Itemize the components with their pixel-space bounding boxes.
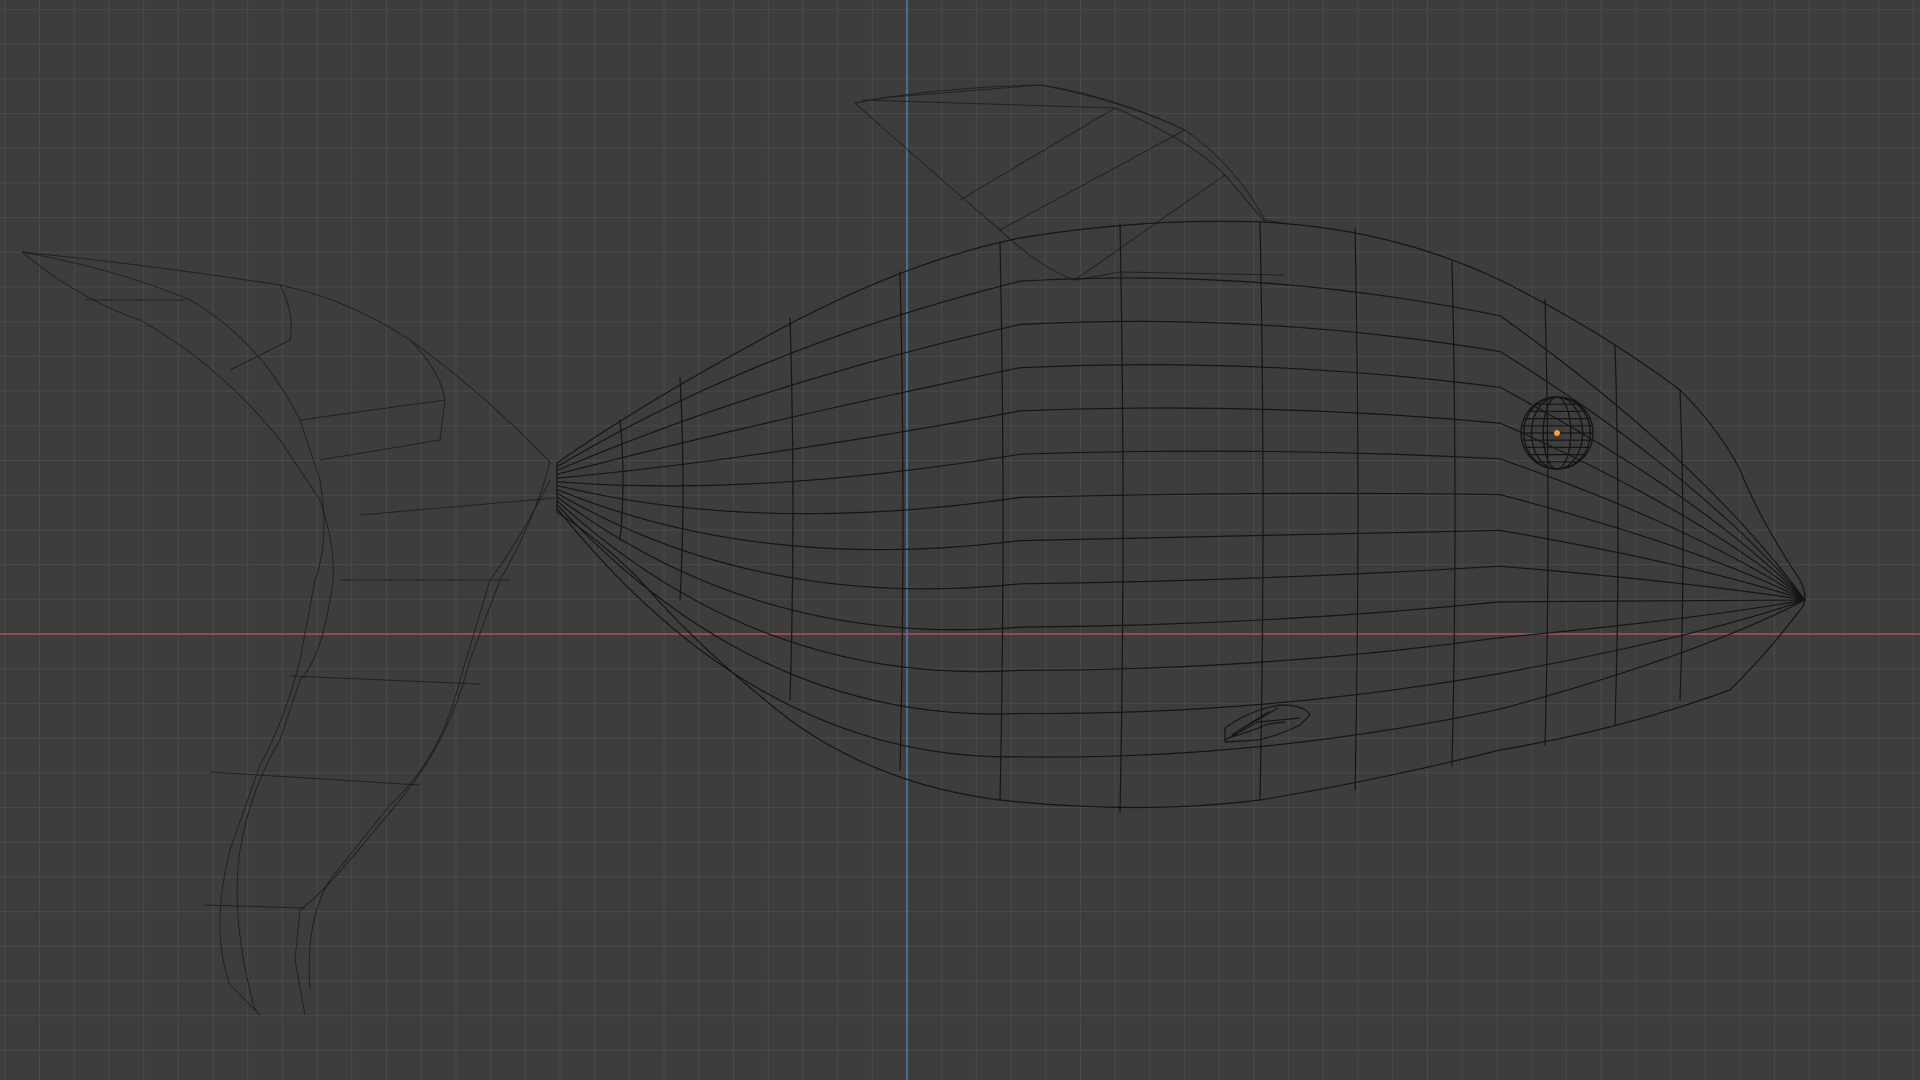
fish-body-mesh[interactable] (556, 220, 1806, 813)
edge-loop (1259, 221, 1264, 801)
edge-loop (1451, 261, 1456, 767)
edge-loop (1119, 223, 1124, 813)
viewport-grid (0, 0, 1920, 1080)
edge-loop (1544, 299, 1549, 746)
3d-viewport[interactable] (0, 0, 1920, 1080)
pectoral-fin-mesh[interactable] (1224, 704, 1311, 743)
edge-loop (1614, 344, 1619, 726)
edge-loop (999, 241, 1004, 801)
edge-loop (679, 377, 684, 601)
edge-loop (619, 419, 624, 541)
object-origin-icon[interactable] (1554, 430, 1560, 436)
edge-loop (899, 271, 904, 771)
edge-loop (1354, 227, 1359, 791)
viewport-canvas[interactable] (0, 0, 1920, 1080)
